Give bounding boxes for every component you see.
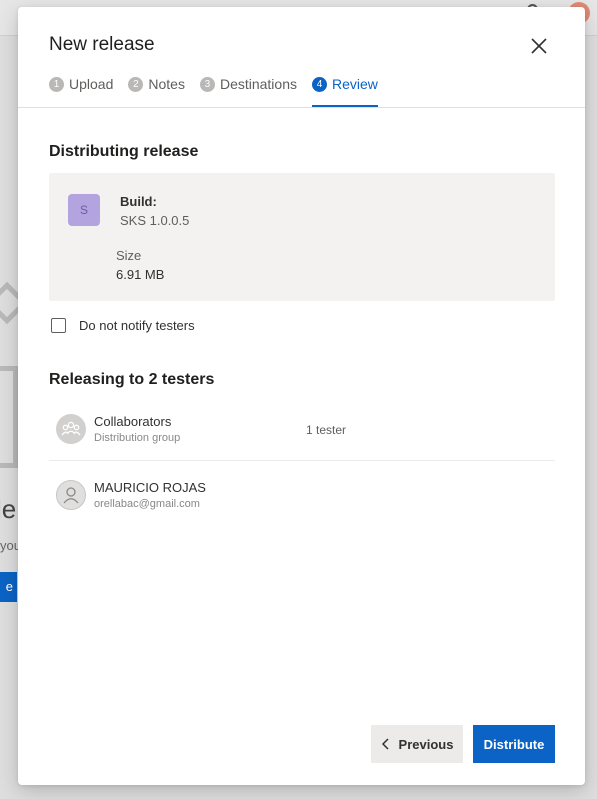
step-number: 2 — [128, 77, 144, 92]
tester-name: MAURICIO ROJAS — [94, 480, 206, 495]
tester-subtitle: orellabac@gmail.com — [94, 498, 200, 510]
header-divider — [18, 107, 585, 108]
step-review[interactable]: 4 Review — [312, 75, 378, 107]
step-label: Review — [332, 76, 378, 92]
app-icon: S — [68, 194, 100, 226]
step-destinations[interactable]: 3 Destinations — [199, 75, 297, 107]
close-icon — [531, 38, 547, 54]
releasing-title: Releasing to 2 testers — [49, 371, 215, 388]
do-not-notify-label: Do not notify testers — [79, 318, 195, 333]
previous-label: Previous — [398, 736, 454, 752]
dialog-title: New release — [49, 34, 155, 55]
close-button[interactable] — [528, 35, 550, 57]
step-label: Notes — [148, 76, 185, 92]
group-icon — [61, 421, 81, 436]
step-label: Destinations — [219, 76, 297, 92]
do-not-notify-checkbox[interactable] — [51, 318, 66, 333]
step-notes[interactable]: 2 Notes — [128, 75, 185, 107]
background-rect-shape — [0, 366, 18, 468]
background-button[interactable]: e — [0, 572, 17, 602]
step-label: Upload — [69, 76, 114, 92]
distributing-release-title: Distributing release — [49, 143, 199, 160]
previous-button[interactable]: Previous — [371, 725, 463, 763]
step-number: 4 — [312, 77, 327, 92]
wizard-steps: 1 Upload 2 Notes 3 Destinations 4 Review — [49, 75, 393, 109]
build-label: Build: — [120, 194, 157, 209]
tester-name: Collaborators — [94, 414, 172, 429]
size-value: 6.91 MB — [116, 267, 165, 282]
size-label: Size — [116, 248, 142, 263]
tester-count: 1 tester — [306, 423, 347, 437]
step-number: 3 — [199, 77, 215, 92]
group-avatar — [56, 414, 86, 444]
step-upload[interactable]: 1 Upload — [49, 75, 113, 107]
person-icon — [63, 487, 79, 504]
step-number: 1 — [49, 77, 64, 92]
tester-row: Collaborators Distribution group 1 teste… — [49, 399, 555, 461]
do-not-notify-option[interactable]: Do not notify testers — [51, 318, 195, 333]
build-value: SKS 1.0.0.5 — [120, 213, 190, 228]
chevron-left-icon — [381, 738, 389, 750]
tester-subtitle: Distribution group — [94, 432, 181, 444]
person-avatar — [56, 480, 86, 510]
background-heading: le — [0, 494, 17, 524]
build-info-card: S Build: SKS 1.0.0.5 Size 6.91 MB — [49, 173, 555, 301]
distribute-button[interactable]: Distribute — [473, 725, 555, 763]
tester-row: MAURICIO ROJAS orellabac@gmail.com — [49, 465, 555, 527]
new-release-dialog: New release 1 Upload 2 Notes 3 Destinati… — [18, 7, 585, 785]
